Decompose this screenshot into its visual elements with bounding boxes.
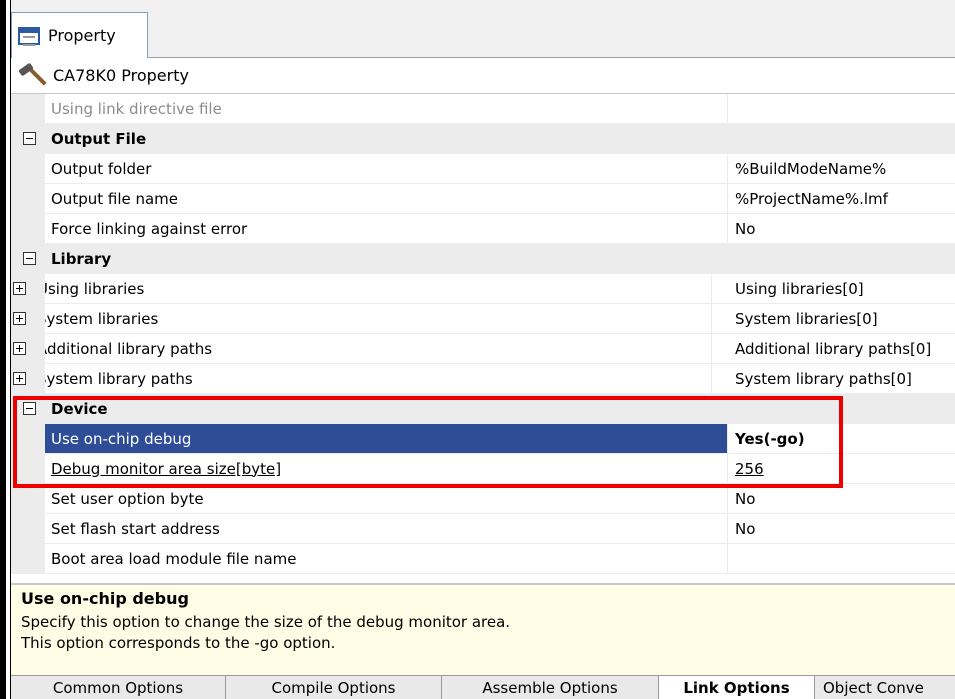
- description-panel: Use on-chip debug Specify this option to…: [11, 583, 955, 675]
- row-gutter: [11, 214, 45, 243]
- tab-link-options[interactable]: Link Options: [659, 676, 815, 699]
- property-value[interactable]: [728, 94, 955, 123]
- row-gutter: [11, 304, 45, 333]
- property-value[interactable]: [728, 544, 955, 573]
- tab-property[interactable]: Property: [11, 12, 148, 58]
- property-name: System libraries: [29, 304, 712, 333]
- collapse-icon[interactable]: [23, 252, 36, 265]
- property-value[interactable]: Additional library paths[0]: [728, 334, 955, 363]
- property-value[interactable]: %BuildModeName%: [728, 154, 955, 183]
- property-row-boot-area-load-module[interactable]: Boot area load module file name: [11, 544, 955, 574]
- row-gutter: [11, 244, 45, 273]
- expand-icon[interactable]: [13, 342, 26, 355]
- property-header: CA78K0 Property: [11, 58, 955, 94]
- property-row-using-libraries[interactable]: Using libraries Using libraries[0]: [11, 274, 955, 304]
- row-gutter: [11, 334, 45, 363]
- property-value[interactable]: %ProjectName%.lmf: [728, 184, 955, 213]
- property-value[interactable]: Yes(-go): [728, 424, 955, 453]
- category-label: Output File: [51, 129, 147, 148]
- hammer-icon: [17, 62, 47, 88]
- category-output-file[interactable]: Output File: [11, 124, 955, 154]
- row-gutter: [11, 514, 45, 543]
- property-name: Using libraries: [29, 274, 712, 303]
- property-value[interactable]: No: [728, 514, 955, 543]
- expand-icon[interactable]: [13, 372, 26, 385]
- row-gutter: [11, 544, 45, 573]
- category-label: Device: [51, 399, 108, 418]
- tab-assemble-options[interactable]: Assemble Options: [442, 676, 659, 699]
- property-name: Output folder: [45, 154, 728, 183]
- category-value-blank: [728, 394, 955, 423]
- property-name: Using link directive file: [45, 94, 728, 123]
- property-row-output-file-name[interactable]: Output file name %ProjectName%.lmf: [11, 184, 955, 214]
- tab-common-options[interactable]: Common Options: [11, 676, 226, 699]
- property-grid: Using link directive file Output File Ou…: [11, 94, 955, 574]
- expand-icon[interactable]: [13, 282, 26, 295]
- row-gutter: [11, 364, 45, 393]
- property-header-title: CA78K0 Property: [53, 66, 189, 85]
- row-gutter: [11, 424, 45, 453]
- row-gutter: [11, 454, 45, 483]
- property-value[interactable]: System library paths[0]: [728, 364, 955, 393]
- row-gutter: [11, 484, 45, 513]
- property-name: Debug monitor area size[byte]: [45, 454, 728, 483]
- property-name: Use on-chip debug: [45, 424, 728, 453]
- row-gutter: [11, 94, 45, 123]
- property-name: Additional library paths: [29, 334, 712, 363]
- property-value[interactable]: Using libraries[0]: [728, 274, 955, 303]
- collapse-icon[interactable]: [23, 132, 36, 145]
- bottom-tab-strip: Common Options Compile Options Assemble …: [11, 675, 955, 699]
- property-name: Force linking against error: [45, 214, 728, 243]
- expand-icon[interactable]: [13, 312, 26, 325]
- property-value[interactable]: No: [728, 484, 955, 513]
- property-row-output-folder[interactable]: Output folder %BuildModeName%: [11, 154, 955, 184]
- property-row-set-user-option-byte[interactable]: Set user option byte No: [11, 484, 955, 514]
- description-title: Use on-chip debug: [21, 589, 189, 608]
- property-row-set-flash-start-address[interactable]: Set flash start address No: [11, 514, 955, 544]
- category-value-blank: [728, 244, 955, 273]
- property-value[interactable]: 256: [728, 454, 955, 483]
- description-line-2: This option corresponds to the -go optio…: [21, 634, 336, 652]
- category-value-blank: [728, 124, 955, 153]
- description-line-1: Specify this option to change the size o…: [21, 613, 511, 631]
- property-name: Set flash start address: [45, 514, 728, 543]
- property-row-using-link-directive-file[interactable]: Using link directive file: [11, 94, 955, 124]
- property-row-system-libraries[interactable]: System libraries System libraries[0]: [11, 304, 955, 334]
- row-gutter: [11, 124, 45, 153]
- property-name: Set user option byte: [45, 484, 728, 513]
- row-gutter: [11, 274, 45, 303]
- document-tab-strip: Property: [11, 0, 955, 58]
- property-row-use-on-chip-debug[interactable]: Use on-chip debug Yes(-go): [11, 424, 955, 454]
- property-name: Boot area load module file name: [45, 544, 728, 573]
- row-gutter: [11, 184, 45, 213]
- property-window-icon: [16, 23, 44, 49]
- category-device[interactable]: Device: [11, 394, 955, 424]
- property-name: Output file name: [45, 184, 728, 213]
- tab-property-label: Property: [48, 26, 116, 45]
- property-row-additional-library-paths[interactable]: Additional library paths Additional libr…: [11, 334, 955, 364]
- property-row-system-library-paths[interactable]: System library paths System library path…: [11, 364, 955, 394]
- property-value[interactable]: No: [728, 214, 955, 243]
- collapse-icon[interactable]: [23, 402, 36, 415]
- row-gutter: [11, 154, 45, 183]
- property-row-debug-monitor-area-size[interactable]: Debug monitor area size[byte] 256: [11, 454, 955, 484]
- property-row-force-linking[interactable]: Force linking against error No: [11, 214, 955, 244]
- tab-compile-options[interactable]: Compile Options: [226, 676, 442, 699]
- row-gutter: [11, 394, 45, 423]
- property-name: System library paths: [29, 364, 712, 393]
- property-value[interactable]: System libraries[0]: [728, 304, 955, 333]
- tab-object-convert[interactable]: Object Conve: [815, 676, 955, 699]
- category-library[interactable]: Library: [11, 244, 955, 274]
- category-label: Library: [51, 249, 112, 268]
